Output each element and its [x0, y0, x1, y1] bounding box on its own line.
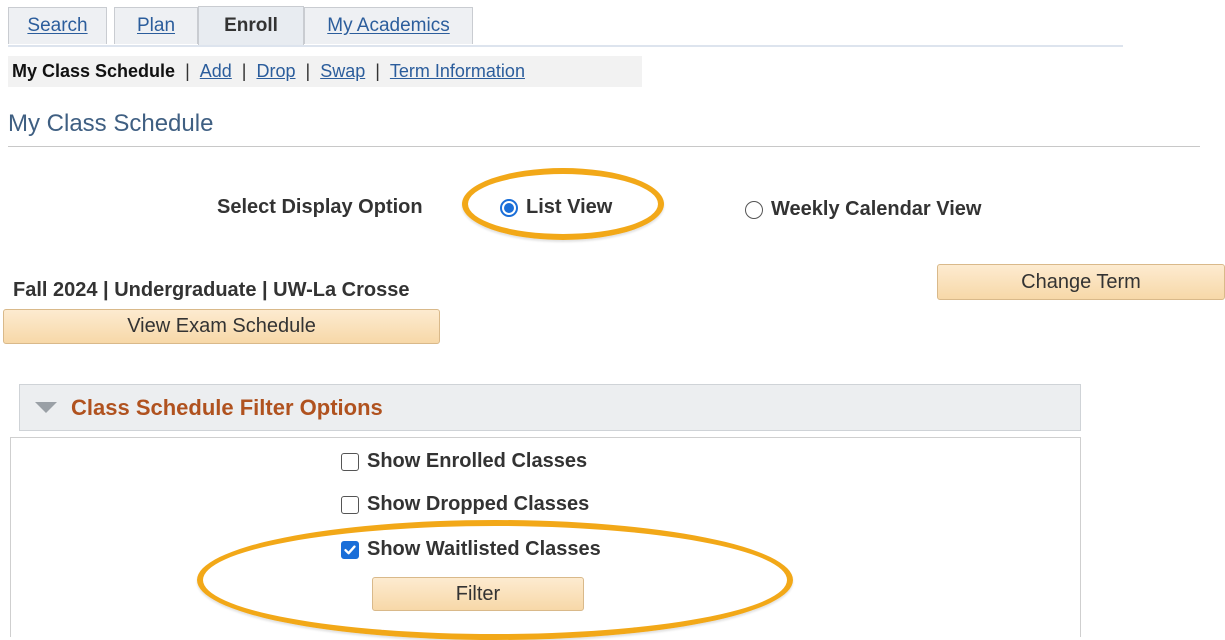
filter-button[interactable]: Filter	[372, 577, 584, 611]
checkbox-checked-icon[interactable]	[341, 540, 359, 559]
subnav-separator: |	[305, 61, 311, 81]
tab-my-academics[interactable]: My Academics	[304, 7, 473, 44]
subnav-term-information-link[interactable]: Term Information	[390, 61, 525, 82]
checkbox-unchecked-icon[interactable]	[341, 452, 359, 471]
display-option-label: Select Display Option	[217, 196, 423, 218]
title-divider	[8, 146, 1200, 147]
subnav-separator: |	[241, 61, 247, 81]
show-enrolled-classes-label: Show Enrolled Classes	[367, 450, 588, 472]
tab-plan[interactable]: Plan	[114, 7, 198, 44]
list-view-radio[interactable]: List View	[500, 196, 612, 219]
checkmark-icon	[344, 544, 356, 554]
subnav-my-class-schedule: My Class Schedule	[12, 61, 176, 81]
filter-options-title: Class Schedule Filter Options	[71, 394, 383, 420]
page-title: My Class Schedule	[8, 110, 214, 137]
radio-unselected-icon[interactable]	[745, 200, 763, 219]
checkbox-unchecked-icon[interactable]	[341, 495, 359, 514]
tab-search-label: Search	[27, 15, 88, 36]
show-dropped-classes-label: Show Dropped Classes	[367, 493, 590, 515]
term-info: Fall 2024 | Undergraduate | UW-La Crosse	[13, 279, 410, 301]
tab-enroll[interactable]: Enroll	[198, 6, 304, 45]
subnav-drop-link[interactable]: Drop	[256, 61, 295, 82]
subnav-swap-link[interactable]: Swap	[320, 61, 365, 82]
collapse-triangle-icon[interactable]	[35, 402, 57, 413]
weekly-calendar-view-radio[interactable]: Weekly Calendar View	[745, 198, 981, 221]
tab-bar-divider	[8, 45, 1123, 47]
tab-plan-label: Plan	[136, 15, 176, 36]
show-waitlisted-classes-checkbox[interactable]: Show Waitlisted Classes	[341, 538, 601, 561]
show-waitlisted-classes-label: Show Waitlisted Classes	[367, 538, 601, 560]
radio-selected-icon[interactable]	[500, 198, 518, 217]
list-view-label: List View	[526, 196, 613, 218]
tab-my-academics-label: My Academics	[327, 15, 450, 36]
filter-options-header[interactable]: Class Schedule Filter Options	[19, 384, 1081, 431]
weekly-calendar-view-label: Weekly Calendar View	[771, 198, 982, 220]
subnav-add-link[interactable]: Add	[200, 61, 232, 82]
enroll-subnav: My Class Schedule | Add | Drop | Swap | …	[8, 56, 642, 87]
subnav-separator: |	[185, 61, 190, 81]
show-dropped-classes-checkbox[interactable]: Show Dropped Classes	[341, 493, 589, 516]
tab-enroll-label: Enroll	[224, 15, 278, 36]
subnav-separator: |	[375, 61, 380, 81]
change-term-button[interactable]: Change Term	[937, 264, 1225, 300]
view-exam-schedule-button[interactable]: View Exam Schedule	[3, 309, 440, 344]
tab-search[interactable]: Search	[8, 7, 107, 44]
show-enrolled-classes-checkbox[interactable]: Show Enrolled Classes	[341, 450, 587, 473]
